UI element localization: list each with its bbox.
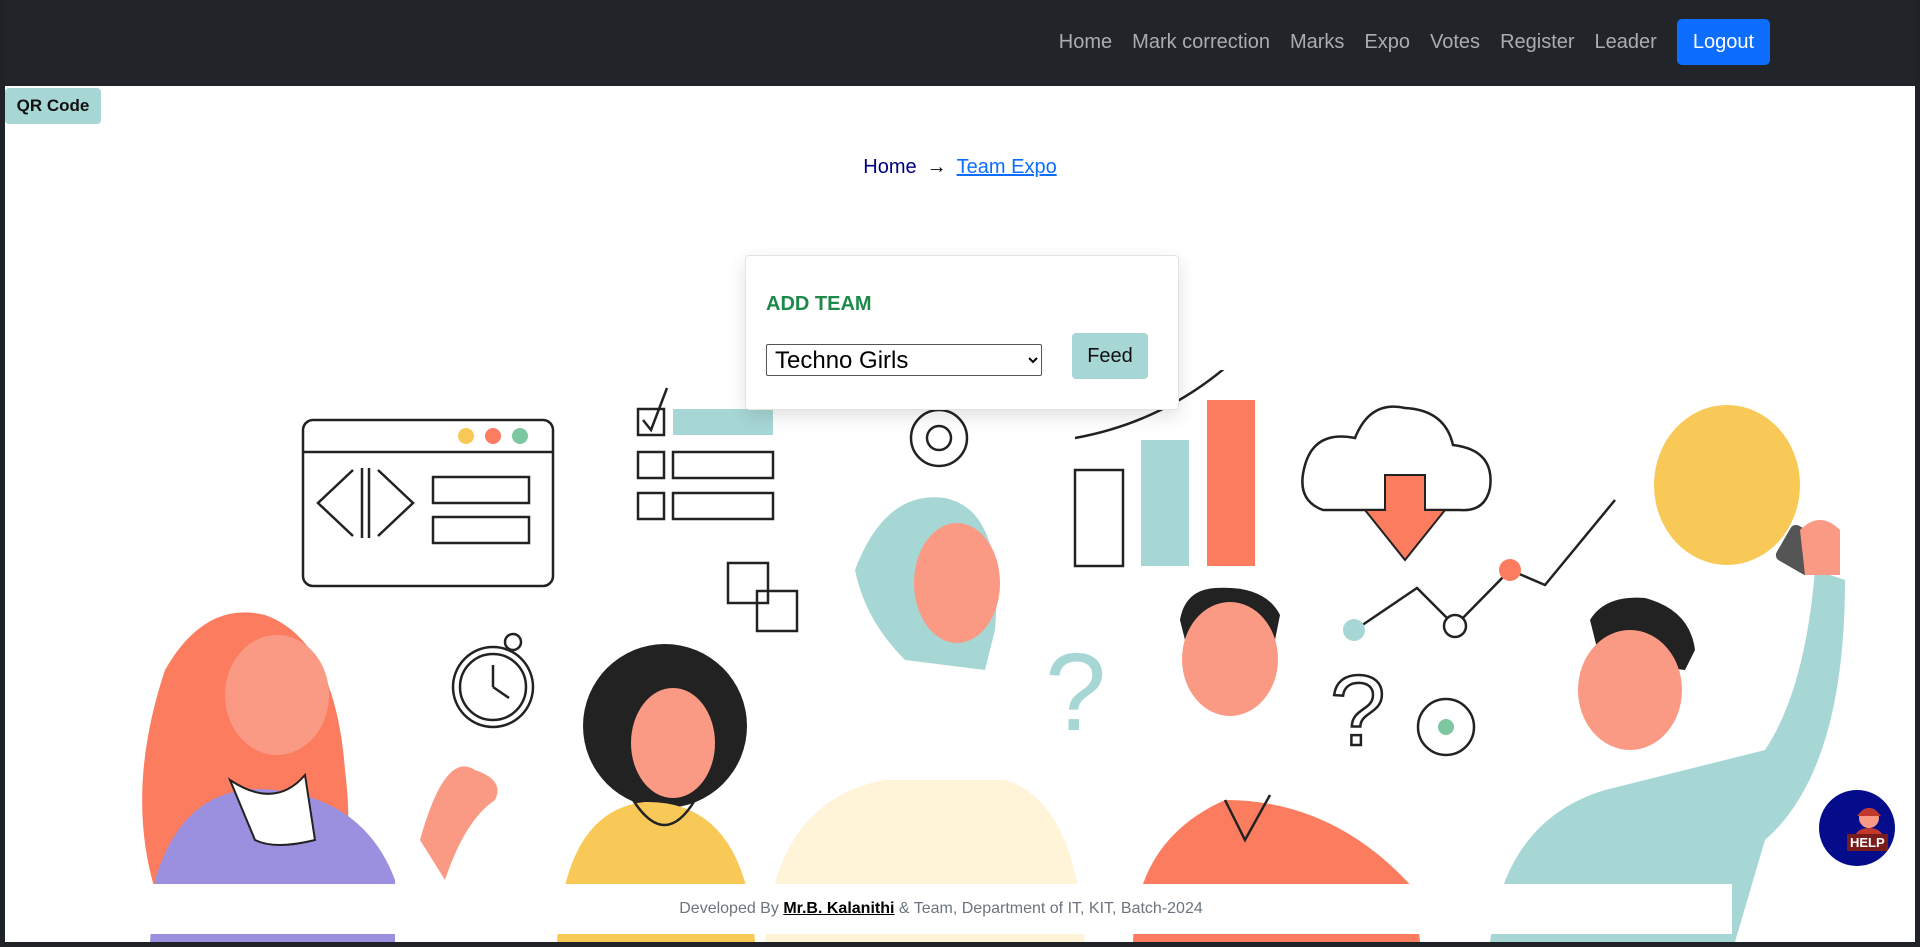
help-label: HELP: [1847, 834, 1888, 851]
logout-button[interactable]: Logout: [1676, 19, 1770, 65]
nav-expo[interactable]: Expo: [1354, 31, 1420, 54]
add-team-card: ADD TEAM Techno Girls Feed: [745, 255, 1179, 410]
breadcrumb-arrow: →: [926, 156, 947, 178]
person-teal-hair-center: [765, 497, 1085, 942]
footer-prefix: Developed By: [679, 900, 779, 917]
nav-votes[interactable]: Votes: [1420, 31, 1490, 54]
stopwatch-icon: [451, 632, 535, 729]
add-team-title: ADD TEAM: [766, 293, 872, 315]
code-window-icon: [301, 418, 555, 588]
light-bulb-icon: [1654, 405, 1827, 576]
nav-home[interactable]: Home: [1049, 31, 1122, 54]
footer: Developed By Mr.B. Kalanithi & Team, Dep…: [150, 884, 1732, 934]
team-select[interactable]: Techno Girls: [766, 344, 1042, 376]
nav-links: Home Mark correction Marks Expo Votes Re…: [1049, 19, 1770, 65]
question-mark-icon: ?: [1045, 631, 1106, 754]
breadcrumb: Home → Team Expo: [5, 156, 1915, 179]
gear-lower-icon: [1416, 697, 1476, 757]
support-agent-icon: [1853, 808, 1885, 842]
top-navbar: Home Mark correction Marks Expo Votes Re…: [5, 0, 1915, 86]
nav-mark-correction[interactable]: Mark correction: [1122, 31, 1280, 54]
nav-register[interactable]: Register: [1490, 31, 1584, 54]
nav-marks[interactable]: Marks: [1280, 31, 1354, 54]
qr-code-button[interactable]: QR Code: [5, 88, 101, 124]
page: Home Mark correction Marks Expo Votes Re…: [5, 0, 1915, 942]
footer-suffix: & Team, Department of IT, KIT, Batch-202…: [898, 900, 1203, 917]
team-illustration: ? ?: [142, 370, 1845, 942]
nav-leader[interactable]: Leader: [1585, 31, 1667, 54]
question-mark-outline-icon: ?: [1330, 655, 1386, 767]
breadcrumb-team-expo-link[interactable]: Team Expo: [957, 156, 1057, 178]
feed-button[interactable]: Feed: [1072, 333, 1148, 379]
footer-author-link[interactable]: Mr.B. Kalanithi: [783, 900, 894, 917]
gear-icon: [909, 408, 969, 468]
breadcrumb-home[interactable]: Home: [863, 156, 916, 178]
help-button[interactable]: HELP: [1819, 790, 1895, 866]
cloud-download-icon: [1301, 405, 1492, 562]
